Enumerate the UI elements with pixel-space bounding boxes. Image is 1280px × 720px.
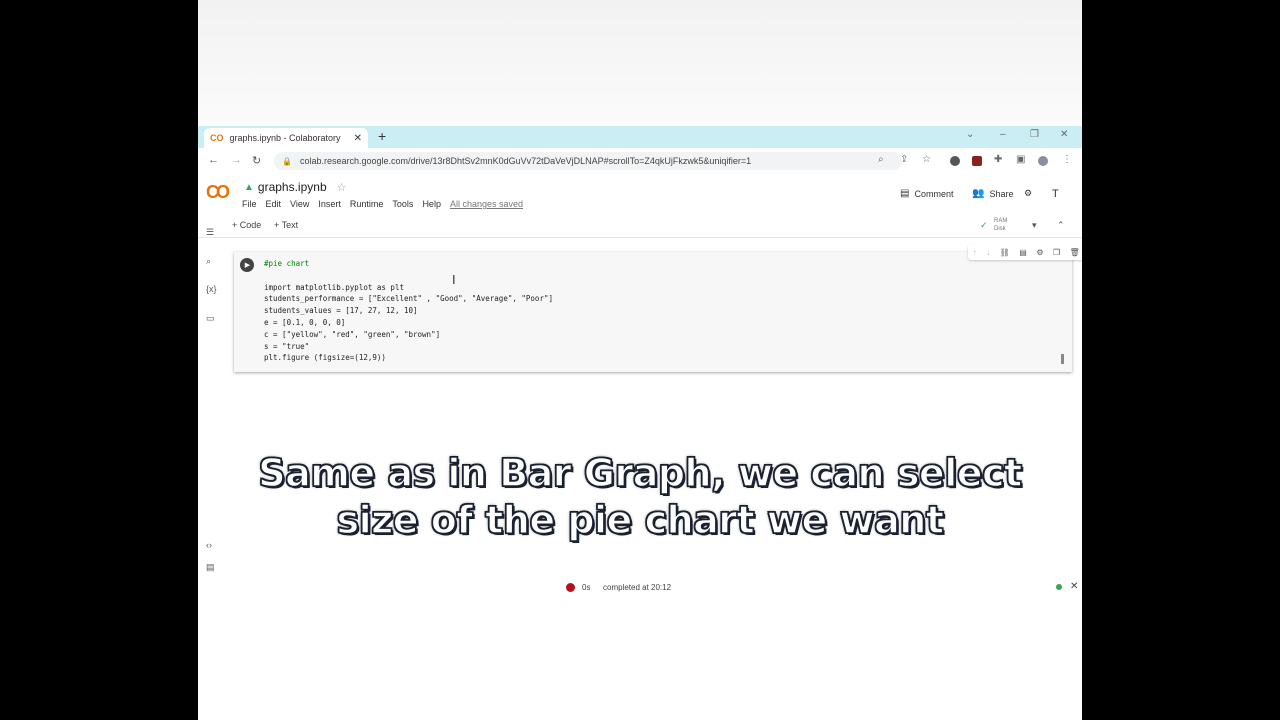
move-down-icon[interactable]: ↓: [986, 248, 990, 257]
comment-button[interactable]: ▤ Comment: [900, 188, 953, 199]
resource-indicator[interactable]: RAM Disk: [994, 217, 1007, 233]
menu-view[interactable]: View: [290, 199, 309, 209]
colab-favicon-icon: CO: [210, 133, 224, 143]
command-palette-icon[interactable]: ▤: [206, 562, 215, 573]
tab-title: graphs.ipynb - Colaboratory: [229, 133, 341, 143]
account-icon[interactable]: T: [1052, 188, 1059, 200]
execution-status-icon[interactable]: [566, 583, 575, 592]
menu-help[interactable]: Help: [422, 199, 441, 209]
menu-runtime[interactable]: Runtime: [350, 199, 384, 209]
drive-icon: ▲: [244, 181, 254, 193]
add-code-button[interactable]: + Code: [232, 220, 261, 230]
cell-toolbar: ↑ ↓ ⛓ ▤ ⚙ ❐ 🗑 ⋮: [968, 244, 1082, 260]
tab-search-chevron-icon[interactable]: ⌄: [966, 129, 974, 140]
lock-icon: 🔒: [282, 156, 292, 166]
colab-logo-text: CO: [206, 182, 230, 202]
menu-bar: File Edit View Insert Runtime Tools Help…: [242, 199, 532, 209]
collapse-header-icon[interactable]: ⌃: [1057, 220, 1065, 231]
code-line: plt.figure (figsize=(12,9)): [264, 353, 386, 363]
comment-label: Comment: [914, 188, 954, 199]
cell-scrollbar[interactable]: [1061, 354, 1064, 364]
add-text-button[interactable]: + Text: [274, 220, 298, 230]
puzzle-extensions-icon[interactable]: ✚: [994, 154, 1002, 165]
new-tab-icon[interactable]: +: [378, 128, 386, 144]
menu-edit[interactable]: Edit: [266, 199, 282, 209]
share-label: Share: [989, 188, 1014, 199]
side-panel-icon[interactable]: ▣: [1016, 154, 1025, 165]
status-bar: 0s completed at 20:12 ✕: [198, 578, 1082, 598]
run-cell-button[interactable]: ▶: [240, 258, 254, 272]
disk-label: Disk: [994, 226, 1006, 232]
people-icon: 👥: [972, 188, 985, 199]
colab-header: CO ▲ graphs.ipynb ☆ File Edit View Inser…: [198, 174, 1082, 214]
delete-cell-icon[interactable]: 🗑: [1070, 248, 1080, 257]
caption-line-2: size of the pie chart we want: [336, 497, 945, 542]
text-cursor-icon: I: [452, 272, 456, 287]
connection-status-icon: [1056, 584, 1062, 590]
notebook-toolbar: + Code + Text ✓ RAM Disk ▾ ⌃: [198, 214, 1082, 238]
code-line: students_performance = ["Excellent" , "G…: [264, 294, 553, 304]
minimize-icon[interactable]: –: [1000, 129, 1006, 140]
forward-arrow-icon[interactable]: →: [231, 154, 242, 166]
connected-check-icon: ✓: [980, 220, 988, 230]
code-cell[interactable]: ▶ #pie chart import matplotlib.pyplot as…: [234, 244, 1082, 372]
status-close-icon[interactable]: ✕: [1070, 581, 1078, 592]
ram-label: RAM: [994, 218, 1008, 224]
files-folder-icon[interactable]: ▭: [206, 313, 215, 324]
browser-tab-strip: CO graphs.ipynb - Colaboratory ✕ + ⌄ – ❐…: [198, 126, 1082, 148]
browser-toolbar: ← → ↻ 🔒 colab.research.google.com/drive/…: [198, 148, 1082, 174]
search-icon[interactable]: ⌕: [206, 256, 211, 267]
star-icon[interactable]: ☆: [337, 181, 347, 194]
execution-time: 0s: [582, 583, 591, 592]
code-line: c = ["yellow", "red", "green", "brown"]: [264, 329, 441, 339]
back-arrow-icon[interactable]: ←: [208, 154, 219, 166]
restore-icon[interactable]: ❐: [1030, 129, 1039, 140]
comment-cell-icon[interactable]: ▤: [1019, 248, 1027, 257]
code-line: s = "true": [264, 341, 310, 351]
caption-line-1: Same as in Bar Graph, we can select: [258, 450, 1023, 495]
address-bar[interactable]: 🔒 colab.research.google.com/drive/13r8Dh…: [274, 152, 902, 170]
link-icon[interactable]: ⛓: [1000, 248, 1010, 257]
screen-frame: CO graphs.ipynb - Colaboratory ✕ + ⌄ – ❐…: [198, 0, 1082, 720]
code-line: e = [0.1, 0, 0, 0]: [264, 317, 346, 327]
colab-logo[interactable]: CO: [206, 182, 230, 203]
url-text: colab.research.google.com/drive/13r8DhtS…: [299, 156, 752, 166]
share-button[interactable]: 👥 Share: [972, 188, 1013, 199]
window-close-icon[interactable]: ✕: [1060, 129, 1068, 140]
table-of-contents-icon[interactable]: ☰: [206, 227, 214, 238]
zoom-icon[interactable]: ⌕: [878, 154, 884, 165]
code-line: students_values = [17, 27, 12, 10]: [264, 306, 418, 316]
mirror-cell-icon[interactable]: ❐: [1053, 248, 1060, 257]
calendar-extension-icon[interactable]: [972, 156, 982, 166]
extension-icon[interactable]: [950, 156, 960, 166]
video-caption: Same as in Bar Graph, we can select size…: [198, 450, 1082, 544]
menu-tools[interactable]: Tools: [392, 199, 413, 209]
notebook-title[interactable]: graphs.ipynb: [258, 180, 327, 194]
settings-gear-icon[interactable]: ⚙: [1024, 188, 1032, 199]
variables-icon[interactable]: {x}: [206, 284, 217, 294]
code-editor[interactable]: #pie chart import matplotlib.pyplot as p…: [264, 258, 553, 364]
menu-insert[interactable]: Insert: [318, 199, 341, 209]
tab-close-icon[interactable]: ✕: [354, 133, 362, 144]
save-status[interactable]: All changes saved: [450, 199, 523, 209]
move-up-icon[interactable]: ↑: [973, 248, 977, 257]
menu-file[interactable]: File: [242, 199, 257, 209]
comment-icon: ▤: [900, 188, 910, 199]
browser-menu-icon[interactable]: ⋮: [1062, 154, 1072, 165]
bookmark-star-icon[interactable]: ☆: [922, 154, 931, 165]
cell-settings-icon[interactable]: ⚙: [1036, 248, 1043, 257]
profile-avatar[interactable]: [1038, 156, 1048, 166]
top-blank-area: [198, 0, 1082, 126]
code-line: #pie chart: [264, 259, 310, 268]
share-page-icon[interactable]: ⇪: [900, 154, 908, 165]
notebook-title-area: ▲ graphs.ipynb ☆: [244, 180, 347, 194]
browser-tab[interactable]: CO graphs.ipynb - Colaboratory ✕: [204, 128, 368, 148]
reload-icon[interactable]: ↻: [252, 154, 261, 167]
runtime-dropdown-icon[interactable]: ▾: [1032, 220, 1037, 231]
completion-status[interactable]: completed at 20:12: [603, 583, 671, 592]
code-line: import matplotlib.pyplot as plt: [264, 282, 404, 292]
